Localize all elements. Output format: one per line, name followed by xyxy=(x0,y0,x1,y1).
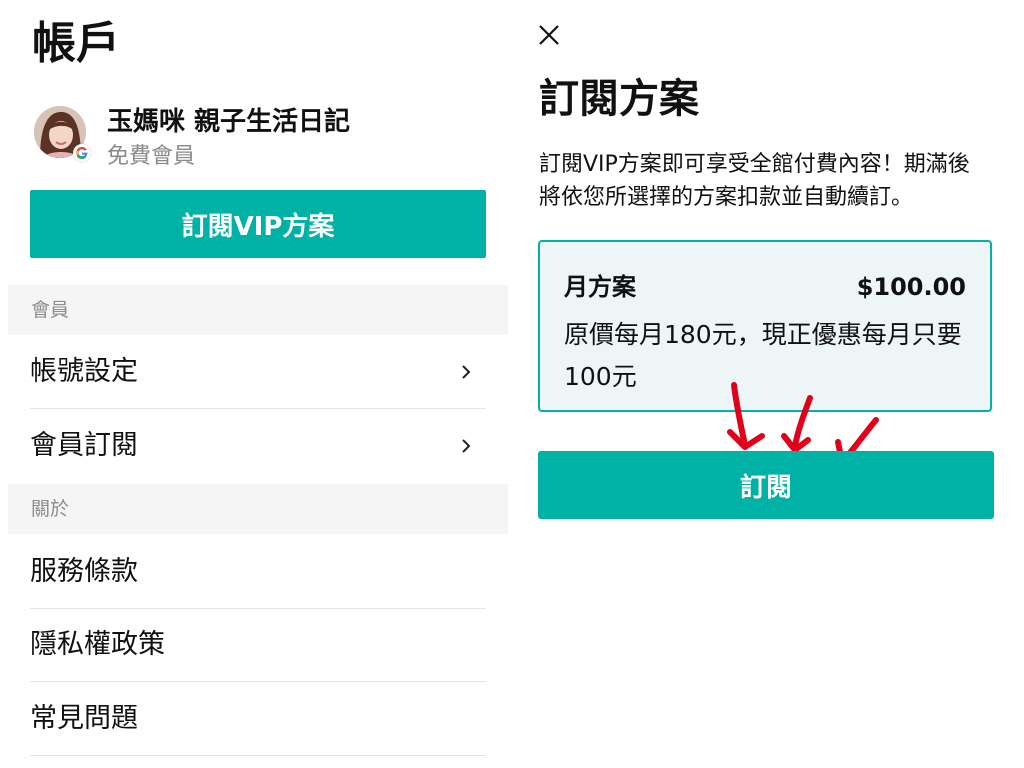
section-header-about: 關於 xyxy=(8,484,508,534)
plan-page-title: 訂閱方案 xyxy=(539,76,699,122)
menu-item-label: 服務條款 xyxy=(30,556,138,587)
menu-item-privacy-policy[interactable]: 隱私權政策 xyxy=(30,609,486,682)
profile-card[interactable]: 玉媽咪 親子生活日記 免費會員 xyxy=(34,104,504,169)
section-header-label: 關於 xyxy=(31,498,70,520)
menu-item-label: 帳號設定 xyxy=(30,356,138,387)
google-icon xyxy=(73,144,91,162)
menu-item-label: 會員訂閱 xyxy=(30,430,138,461)
close-icon[interactable] xyxy=(534,20,564,50)
membership-status: 免費會員 xyxy=(107,144,196,169)
section-header-label: 會員 xyxy=(31,299,70,321)
subscribe-vip-button[interactable]: 訂閱VIP方案 xyxy=(30,190,486,258)
menu-item-terms-of-service[interactable]: 服務條款 xyxy=(30,536,486,609)
page-title: 帳戶 xyxy=(32,18,120,69)
menu-item-label: 常見問題 xyxy=(30,703,138,734)
menu-item-account-settings[interactable]: 帳號設定 xyxy=(30,336,486,409)
plan-name: 月方案 xyxy=(564,273,636,301)
plan-note: 原價每月180元，現正優惠每月只要100元 xyxy=(564,320,962,391)
section-header-member: 會員 xyxy=(8,285,508,335)
menu-item-label: 隱私權政策 xyxy=(30,629,165,660)
profile-name: 玉媽咪 親子生活日記 xyxy=(107,107,351,137)
chevron-right-icon xyxy=(462,439,471,453)
account-panel: 帳戶 玉媽咪 親子生活日記 免費會員 訂閱VIP方案 會員 帳號設定 會員訂閱 … xyxy=(0,0,512,768)
subscribe-button[interactable]: 訂閱 xyxy=(538,451,994,519)
plan-price: $100.00 xyxy=(856,273,966,301)
menu-item-faq[interactable]: 常見問題 xyxy=(30,683,486,756)
chevron-right-icon xyxy=(462,365,471,379)
plan-description: 訂閱VIP方案即可享受全館付費內容！期滿後將依您所選擇的方案扣款並自動續訂。 xyxy=(539,152,970,210)
subscription-panel: 訂閱方案 訂閱VIP方案即可享受全館付費內容！期滿後將依您所選擇的方案扣款並自動… xyxy=(512,0,1024,768)
menu-item-membership-subscription[interactable]: 會員訂閱 xyxy=(30,410,486,482)
monthly-plan-card[interactable]: 月方案 $100.00 原價每月180元，現正優惠每月只要100元 xyxy=(538,240,992,412)
